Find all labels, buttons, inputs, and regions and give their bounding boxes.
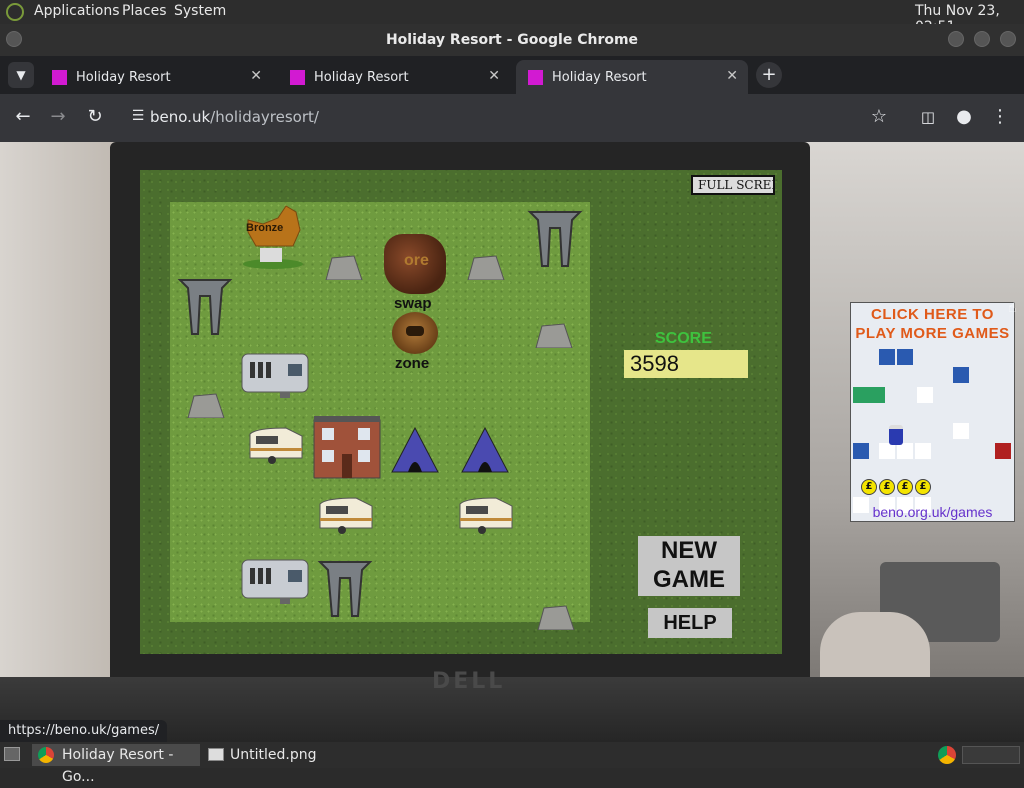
url-domain: beno.uk: [150, 108, 211, 126]
swap-label[interactable]: swap: [394, 295, 432, 312]
window-title: Holiday Resort - Google Chrome: [385, 32, 639, 48]
chrome-icon: [38, 747, 54, 763]
score-value: 3598: [624, 350, 748, 378]
game-canvas[interactable]: Bronze ore swap zone FULL SCRE SCORE 359…: [140, 170, 782, 654]
coin-icon: £: [897, 479, 913, 495]
ad-link[interactable]: beno.org.uk/games: [851, 504, 1014, 520]
house-tile[interactable]: [312, 414, 382, 480]
system-logo-icon[interactable]: [6, 3, 24, 21]
menu-places[interactable]: Places: [122, 3, 167, 19]
new-game-button[interactable]: NEW GAME: [638, 536, 740, 596]
back-arrow-icon[interactable]: ←: [11, 106, 35, 127]
url-path: /holidayresort/: [210, 108, 319, 126]
ad-title-line-1: CLICK HERE TO: [871, 306, 994, 323]
site-info-icon[interactable]: ☰: [126, 108, 150, 124]
tab-2[interactable]: Holiday Resort ✕: [278, 60, 510, 94]
bookmark-star-icon[interactable]: ☆: [867, 106, 891, 127]
zone-label[interactable]: zone: [395, 355, 429, 372]
tree-frame-tile[interactable]: [526, 206, 584, 268]
ad-robot-icon: [995, 443, 1011, 459]
browser-toolbar: ← → ↻ ☰ beno.uk/holidayresort/ ☆ ◫ ● ⋮: [0, 94, 1024, 142]
tab-favicon-icon: [52, 70, 67, 85]
tab-1[interactable]: Holiday Resort ✕: [40, 60, 272, 94]
tent-tile[interactable]: [460, 426, 510, 474]
image-viewer-icon: [208, 748, 224, 761]
rock-tile[interactable]: [324, 254, 364, 280]
tab-close-icon[interactable]: ✕: [250, 68, 262, 84]
menu-applications[interactable]: Applications: [34, 3, 120, 19]
bronze-badge: Bronze: [238, 202, 308, 272]
tree-frame-tile[interactable]: [316, 556, 374, 618]
zone-mole-icon[interactable]: [392, 312, 438, 354]
reload-icon[interactable]: ↻: [83, 106, 107, 127]
tab-3-active[interactable]: Holiday Resort ✕: [516, 60, 748, 94]
ore-label: ore: [404, 252, 429, 269]
maximize-button[interactable]: [974, 31, 990, 47]
caravan-tile[interactable]: [246, 426, 306, 466]
tent-tile[interactable]: [390, 426, 440, 474]
status-bubble-url: https://beno.uk/games/: [0, 720, 168, 742]
coin-icon: £: [915, 479, 931, 495]
ore-icon[interactable]: ore: [384, 234, 446, 294]
dell-logo: DELL: [432, 669, 506, 694]
ad-player-icon: [889, 425, 903, 445]
taskbar-item-image[interactable]: Untitled.png: [202, 744, 372, 766]
rock-tile[interactable]: [466, 254, 506, 280]
taskbar: Holiday Resort - Go... Untitled.png: [0, 742, 1024, 785]
show-desktop-icon[interactable]: [4, 747, 20, 761]
bronze-label: Bronze: [246, 222, 284, 234]
tab-strip: ▼ Holiday Resort ✕ Holiday Resort ✕ Holi…: [0, 56, 1024, 94]
tab-close-icon[interactable]: ✕: [726, 68, 738, 84]
caravan-tile[interactable]: [456, 496, 516, 536]
ad-title-line-2: PLAY MORE GAMES: [855, 325, 1010, 342]
static-caravan-tile[interactable]: [240, 556, 310, 604]
tab-title: Holiday Resort: [314, 70, 409, 85]
rock-tile[interactable]: [536, 604, 576, 630]
forward-arrow-icon[interactable]: →: [46, 106, 70, 127]
address-bar[interactable]: beno.uk/holidayresort/: [150, 108, 319, 126]
static-caravan-tile[interactable]: [240, 350, 310, 398]
more-games-ad[interactable]: CLICK HERE TO PLAY MORE GAMES £ £ £ £ be…: [850, 302, 1015, 522]
coin-icon: £: [861, 479, 877, 495]
page-content: DELL Bronze ore swap zone FULL SCRE SCOR…: [0, 142, 1024, 742]
tree-frame-tile[interactable]: [176, 274, 234, 336]
tab-close-icon[interactable]: ✕: [488, 68, 500, 84]
tab-favicon-icon: [528, 70, 543, 85]
new-tab-plus-icon[interactable]: +: [756, 62, 782, 88]
score-label: SCORE: [655, 330, 712, 347]
hand-pointer-cursor-icon: ☝: [1008, 300, 1017, 316]
new-game-line-1: NEW: [661, 537, 717, 564]
menu-kebab-icon[interactable]: ⋮: [988, 106, 1012, 127]
close-window-button[interactable]: [1000, 31, 1016, 47]
help-button[interactable]: HELP: [648, 608, 732, 638]
new-game-line-2: GAME: [653, 566, 725, 593]
caravan-tile[interactable]: [316, 496, 376, 536]
rock-tile[interactable]: [186, 392, 226, 418]
tab-title: Holiday Resort: [552, 70, 647, 85]
taskbar-item-label: Untitled.png: [230, 747, 317, 763]
taskbar-item-chrome[interactable]: Holiday Resort - Go...: [32, 744, 200, 785]
system-top-panel: Applications Places System Thu Nov 23, 0…: [0, 0, 1024, 35]
menu-system[interactable]: System: [174, 3, 226, 19]
window-titlebar: Holiday Resort - Google Chrome: [0, 24, 1024, 56]
coin-icon: £: [879, 479, 895, 495]
tab-title: Holiday Resort: [76, 70, 171, 85]
minimize-button[interactable]: [948, 31, 964, 47]
tab-search-button[interactable]: ▼: [8, 62, 34, 88]
profile-avatar-icon[interactable]: ●: [952, 106, 976, 127]
ad-title: CLICK HERE TO PLAY MORE GAMES: [851, 305, 1014, 343]
tab-favicon-icon: [290, 70, 305, 85]
workspace-switcher[interactable]: [962, 746, 1020, 764]
taskbar-item-label: Holiday Resort - Go...: [62, 747, 174, 785]
full-screen-button[interactable]: FULL SCREEN: [691, 175, 775, 195]
side-panel-icon[interactable]: ◫: [916, 108, 940, 126]
rock-tile[interactable]: [534, 322, 574, 348]
tray-chrome-icon[interactable]: [938, 746, 956, 764]
